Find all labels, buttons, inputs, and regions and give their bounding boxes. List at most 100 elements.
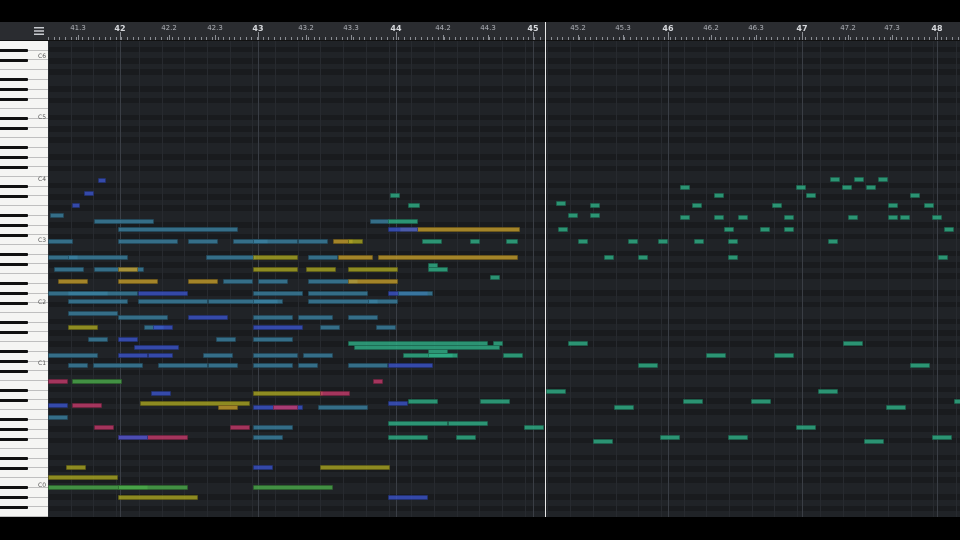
midi-note[interactable] xyxy=(306,267,336,272)
midi-note[interactable] xyxy=(68,255,128,260)
midi-note[interactable] xyxy=(48,403,68,408)
piano-black-key[interactable] xyxy=(0,194,28,198)
midi-note[interactable] xyxy=(118,337,138,342)
piano-black-key[interactable] xyxy=(0,418,28,422)
midi-note[interactable] xyxy=(888,203,898,208)
midi-note[interactable] xyxy=(118,239,178,244)
midi-note[interactable] xyxy=(830,177,840,182)
piano-black-key[interactable] xyxy=(0,165,28,169)
midi-note[interactable] xyxy=(408,203,420,208)
midi-note[interactable] xyxy=(900,215,910,220)
midi-note[interactable] xyxy=(118,435,148,440)
piano-black-key[interactable] xyxy=(0,496,28,500)
timeline-ruler[interactable]: 41.3 42 42.2 42.3 43 43.2 43.3 44 44.2 44.3 45 45.2… xyxy=(48,22,960,41)
midi-note[interactable] xyxy=(370,219,390,224)
midi-note[interactable] xyxy=(854,177,864,182)
piano-black-key[interactable] xyxy=(0,321,28,325)
midi-note[interactable] xyxy=(593,439,613,444)
piano-black-key[interactable] xyxy=(0,282,28,286)
midi-note[interactable] xyxy=(524,425,544,430)
piano-black-key[interactable] xyxy=(0,224,28,228)
midi-note[interactable] xyxy=(604,255,614,260)
midi-note[interactable] xyxy=(456,435,476,440)
midi-note[interactable] xyxy=(253,425,293,430)
midi-note[interactable] xyxy=(208,363,238,368)
midi-note[interactable] xyxy=(388,495,428,500)
piano-black-key[interactable] xyxy=(0,253,28,257)
midi-note[interactable] xyxy=(842,185,852,190)
midi-note[interactable] xyxy=(93,363,143,368)
playhead[interactable] xyxy=(545,22,546,517)
midi-note[interactable] xyxy=(388,363,433,368)
midi-note[interactable] xyxy=(320,325,340,330)
midi-note[interactable] xyxy=(546,389,566,394)
midi-note[interactable] xyxy=(388,435,428,440)
midi-note[interactable] xyxy=(94,425,114,430)
piano-black-key[interactable] xyxy=(0,360,28,364)
midi-note[interactable] xyxy=(714,215,724,220)
midi-note[interactable] xyxy=(578,239,588,244)
piano-black-key[interactable] xyxy=(0,350,28,354)
midi-note[interactable] xyxy=(253,485,333,490)
midi-note[interactable] xyxy=(72,203,80,208)
midi-note[interactable] xyxy=(428,267,448,272)
midi-note[interactable] xyxy=(253,435,283,440)
midi-note[interactable] xyxy=(694,239,704,244)
midi-note[interactable] xyxy=(784,227,794,232)
midi-note[interactable] xyxy=(118,485,188,490)
piano-black-key[interactable] xyxy=(0,262,28,266)
midi-note[interactable] xyxy=(48,291,138,296)
midi-note[interactable] xyxy=(216,337,236,342)
midi-note[interactable] xyxy=(48,475,118,480)
midi-note[interactable] xyxy=(724,227,734,232)
midi-note[interactable] xyxy=(253,315,293,320)
midi-note[interactable] xyxy=(298,239,328,244)
midi-note[interactable] xyxy=(68,325,98,330)
midi-note[interactable] xyxy=(153,325,173,330)
midi-note[interactable] xyxy=(628,239,638,244)
midi-note[interactable] xyxy=(68,311,118,316)
midi-note[interactable] xyxy=(258,279,288,284)
midi-note[interactable] xyxy=(938,255,948,260)
midi-note[interactable] xyxy=(878,177,888,182)
midi-note[interactable] xyxy=(223,279,253,284)
midi-note[interactable] xyxy=(924,203,934,208)
midi-note[interactable] xyxy=(348,279,398,284)
piano-black-key[interactable] xyxy=(0,126,28,130)
midi-note[interactable] xyxy=(84,191,94,196)
midi-note[interactable] xyxy=(388,219,418,224)
midi-note[interactable] xyxy=(118,227,238,232)
midi-note[interactable] xyxy=(558,227,568,232)
midi-note[interactable] xyxy=(590,203,600,208)
midi-note[interactable] xyxy=(188,279,218,284)
piano-black-key[interactable] xyxy=(0,486,28,490)
midi-note[interactable] xyxy=(54,267,84,272)
piano-black-key[interactable] xyxy=(0,457,28,461)
midi-note[interactable] xyxy=(683,399,703,404)
midi-note[interactable] xyxy=(158,363,208,368)
midi-note[interactable] xyxy=(354,345,500,350)
midi-note[interactable] xyxy=(206,255,256,260)
midi-note[interactable] xyxy=(660,435,680,440)
midi-note[interactable] xyxy=(796,185,806,190)
midi-note[interactable] xyxy=(910,193,920,198)
midi-note[interactable] xyxy=(253,391,323,396)
midi-note[interactable] xyxy=(760,227,770,232)
midi-note[interactable] xyxy=(932,215,942,220)
midi-note[interactable] xyxy=(308,291,368,296)
midi-note[interactable] xyxy=(470,239,480,244)
midi-note[interactable] xyxy=(428,353,458,358)
midi-note[interactable] xyxy=(828,239,838,244)
midi-note[interactable] xyxy=(888,215,898,220)
midi-note[interactable] xyxy=(556,201,566,206)
midi-note[interactable] xyxy=(151,391,171,396)
midi-note[interactable] xyxy=(348,239,363,244)
midi-note[interactable] xyxy=(148,353,173,358)
midi-note[interactable] xyxy=(848,215,858,220)
midi-note[interactable] xyxy=(48,415,68,420)
midi-note[interactable] xyxy=(253,465,273,470)
piano-black-key[interactable] xyxy=(0,146,28,150)
midi-note[interactable] xyxy=(230,425,250,430)
midi-note[interactable] xyxy=(728,255,738,260)
midi-note[interactable] xyxy=(253,363,293,368)
